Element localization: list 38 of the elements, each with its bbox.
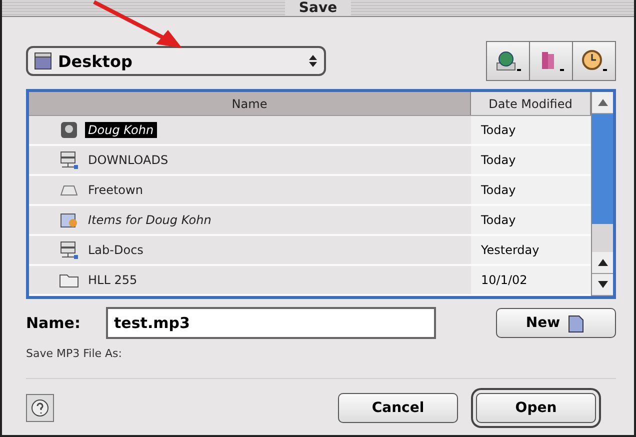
scroll-thumb[interactable] <box>592 114 613 224</box>
file-row[interactable]: DOWNLOADS <box>29 146 471 174</box>
globe-icon <box>495 49 521 73</box>
scrollbar[interactable] <box>591 92 613 296</box>
file-row[interactable]: Doug Kohn <box>29 116 471 144</box>
file-name: DOWNLOADS <box>87 152 170 168</box>
server-icon <box>59 240 79 260</box>
file-name: HLL 255 <box>87 272 138 288</box>
file-row[interactable]: Lab-Docs <box>29 236 471 264</box>
window-icon <box>34 52 52 70</box>
up-arrow-icon <box>598 99 608 106</box>
column-header[interactable]: Name <box>29 92 471 115</box>
toolbar-button[interactable] <box>529 41 573 81</box>
file-name: Lab-Docs <box>87 242 144 258</box>
column-header[interactable]: Date Modified <box>471 92 591 115</box>
name-field[interactable]: test.mp3 <box>106 307 436 339</box>
file-row[interactable]: Freetown <box>29 176 471 204</box>
down-arrow-icon <box>598 281 608 288</box>
file-name: Items for Doug Kohn <box>87 212 212 228</box>
server-icon <box>59 150 79 170</box>
window-title: Save <box>284 0 352 16</box>
help-button[interactable] <box>26 394 54 422</box>
file-row[interactable]: HLL 255 <box>29 266 471 294</box>
user-icon <box>59 120 79 140</box>
updown-arrows-icon <box>308 54 318 68</box>
file-row[interactable]: Items for Doug Kohn <box>29 206 471 234</box>
file-name: Freetown <box>87 182 144 198</box>
up-arrow-icon <box>598 259 608 266</box>
location-popup[interactable]: Desktop <box>26 46 326 76</box>
new-folder-button[interactable]: New <box>496 308 616 338</box>
toolbar-button[interactable] <box>486 41 530 81</box>
toolbar-button[interactable] <box>572 41 616 81</box>
help-icon <box>31 399 49 417</box>
format-label: Save MP3 File As: <box>26 347 123 360</box>
file-name: Doug Kohn <box>85 122 157 138</box>
dialog-button[interactable]: Cancel <box>338 393 458 423</box>
name-label: Name: <box>26 314 82 332</box>
clock-icon <box>581 49 607 73</box>
